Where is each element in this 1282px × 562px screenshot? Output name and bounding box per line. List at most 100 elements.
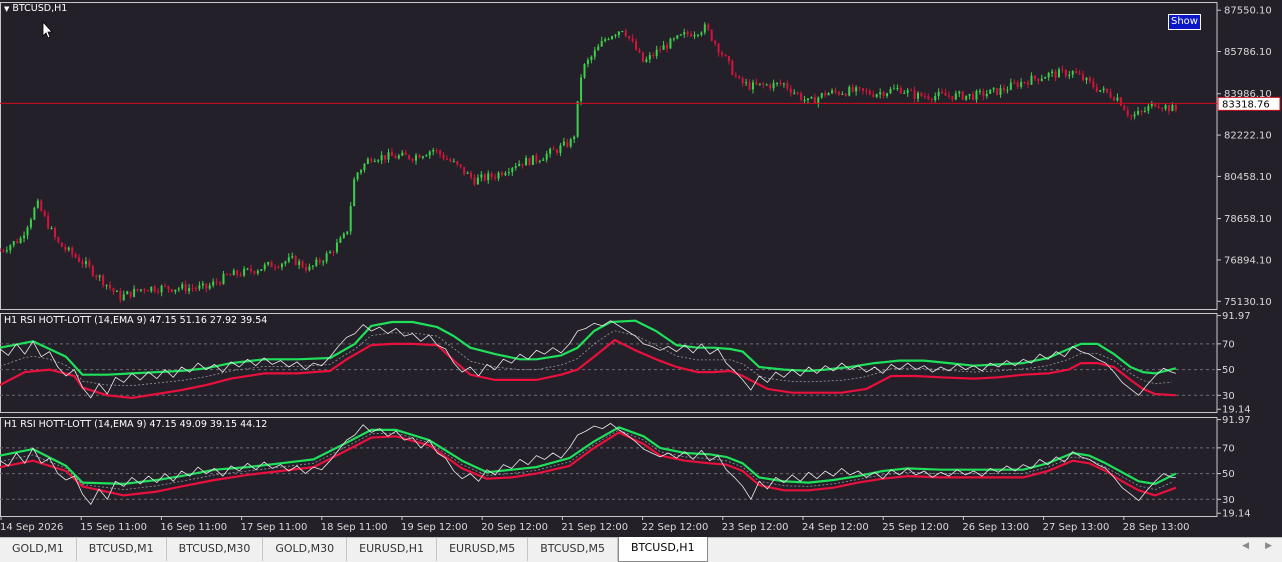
tab-eurusd-h1[interactable]: EURUSD,H1 [347, 538, 438, 561]
time-tick-label: 24 Sep 12:00 [802, 522, 869, 533]
candle-body [1126, 110, 1129, 116]
candle-body [160, 285, 163, 293]
indicator-tick-label: 50 [1222, 469, 1235, 480]
candle-body [384, 155, 387, 160]
candle-body [339, 237, 342, 243]
candle-body [700, 32, 703, 35]
candle-body [655, 49, 658, 57]
time-tick-label: 15 Sep 11:00 [80, 522, 147, 533]
candle-body [291, 255, 294, 258]
candle-body [26, 227, 29, 236]
time-tick-label: 25 Sep 12:00 [882, 522, 949, 533]
time-tick-label: 26 Sep 13:00 [962, 522, 1029, 533]
price-tick-label: 83986.10 [1224, 89, 1272, 100]
tab-btcusd-m5[interactable]: BTCUSD,M5 [528, 538, 618, 561]
candle-body [177, 288, 180, 290]
candle-body [1006, 89, 1009, 91]
time-tick-label: 19 Sep 12:00 [401, 522, 468, 533]
candle-body [586, 59, 589, 64]
candle-body [335, 242, 338, 253]
candle-body [624, 31, 627, 37]
tab-gold-m30[interactable]: GOLD,M30 [263, 538, 348, 561]
candle-body [772, 82, 775, 89]
candle-body [270, 262, 273, 268]
candle-body [985, 93, 988, 97]
tab-btcusd-m30[interactable]: BTCUSD,M30 [167, 538, 264, 561]
candle-body [126, 291, 129, 295]
candle-body [370, 159, 373, 162]
candle-body [84, 261, 87, 265]
tab-btcusd-h1[interactable]: BTCUSD,H1 [618, 537, 708, 562]
price-tick-label: 75130.10 [1224, 297, 1272, 308]
indicator-tick-label: 30 [1222, 495, 1235, 506]
time-tick-label: 21 Sep 12:00 [561, 522, 628, 533]
scroll-left-icon[interactable]: ◀ [1242, 541, 1249, 551]
candle-body [57, 237, 60, 243]
chevron-down-icon[interactable]: ▼ [4, 5, 9, 13]
candle-body [710, 29, 713, 41]
candle-body [170, 289, 173, 292]
candle-body [841, 93, 844, 95]
candle-body [865, 90, 868, 92]
candle-body [280, 263, 283, 268]
mid-line [0, 429, 1172, 491]
candle-body [982, 90, 985, 97]
candle-body [67, 247, 70, 250]
candle-body [47, 215, 50, 229]
candle-body [913, 90, 916, 99]
price-tick-label: 87550.10 [1224, 6, 1272, 17]
candle-body [253, 271, 256, 274]
candle-body [511, 167, 514, 173]
candle-body [521, 163, 524, 166]
candle-body [294, 255, 297, 266]
candle-body [535, 155, 538, 162]
candle-body [1027, 82, 1030, 85]
candle-body [198, 285, 201, 289]
candle-body [813, 96, 816, 104]
candle-body [64, 246, 67, 250]
scroll-right-icon[interactable]: ▶ [1265, 541, 1272, 551]
candle-body [727, 56, 730, 62]
tab-gold-m1[interactable]: GOLD,M1 [0, 538, 77, 561]
candle-body [249, 268, 252, 272]
candle-body [1167, 105, 1170, 112]
tab-btcusd-m1[interactable]: BTCUSD,M1 [77, 538, 167, 561]
candle-body [920, 92, 923, 97]
chart-area[interactable]: 83318.76 91.97 70 50 30 19.14 91.97 70 50 30 19.… [0, 0, 1282, 537]
candle-body [225, 273, 228, 275]
candle-body [758, 83, 761, 85]
tab-eurusd-m5[interactable]: EURUSD,M5 [437, 538, 529, 561]
candle-body [50, 228, 53, 230]
candle-body [98, 275, 101, 278]
candle-body [507, 172, 510, 174]
candle-body [1147, 106, 1150, 111]
time-tick-label: 16 Sep 11:00 [160, 522, 227, 533]
time-tick-label: 22 Sep 12:00 [642, 522, 709, 533]
candle-body [459, 164, 462, 167]
candle-body [284, 261, 287, 264]
candle-body [308, 266, 311, 271]
show-button[interactable]: Show [1168, 14, 1201, 30]
candle-body [851, 87, 854, 92]
candle-body [184, 284, 187, 292]
candle-body [1075, 71, 1078, 74]
candle-body [194, 288, 197, 290]
candle-body [408, 155, 411, 159]
candle-body [439, 150, 442, 155]
chart-canvas[interactable]: 83318.76 91.97 70 50 30 19.14 91.97 70 50 30 19.… [0, 0, 1282, 537]
symbol-label[interactable]: ▼ BTCUSD,H1 [4, 3, 67, 14]
candle-body [60, 242, 63, 247]
candle-body [91, 266, 94, 276]
time-tick-label: 17 Sep 11:00 [241, 522, 308, 533]
price-candles [0, 22, 1177, 304]
candle-body [604, 39, 607, 41]
candle-body [267, 262, 270, 265]
candle-body [1061, 69, 1064, 71]
candle-body [1106, 88, 1109, 93]
candle-body [78, 257, 81, 262]
candle-body [992, 88, 995, 90]
indicator-tick-label: 50 [1222, 365, 1235, 376]
candle-body [683, 32, 686, 35]
candle-body [1119, 97, 1122, 106]
candle-body [360, 170, 363, 173]
